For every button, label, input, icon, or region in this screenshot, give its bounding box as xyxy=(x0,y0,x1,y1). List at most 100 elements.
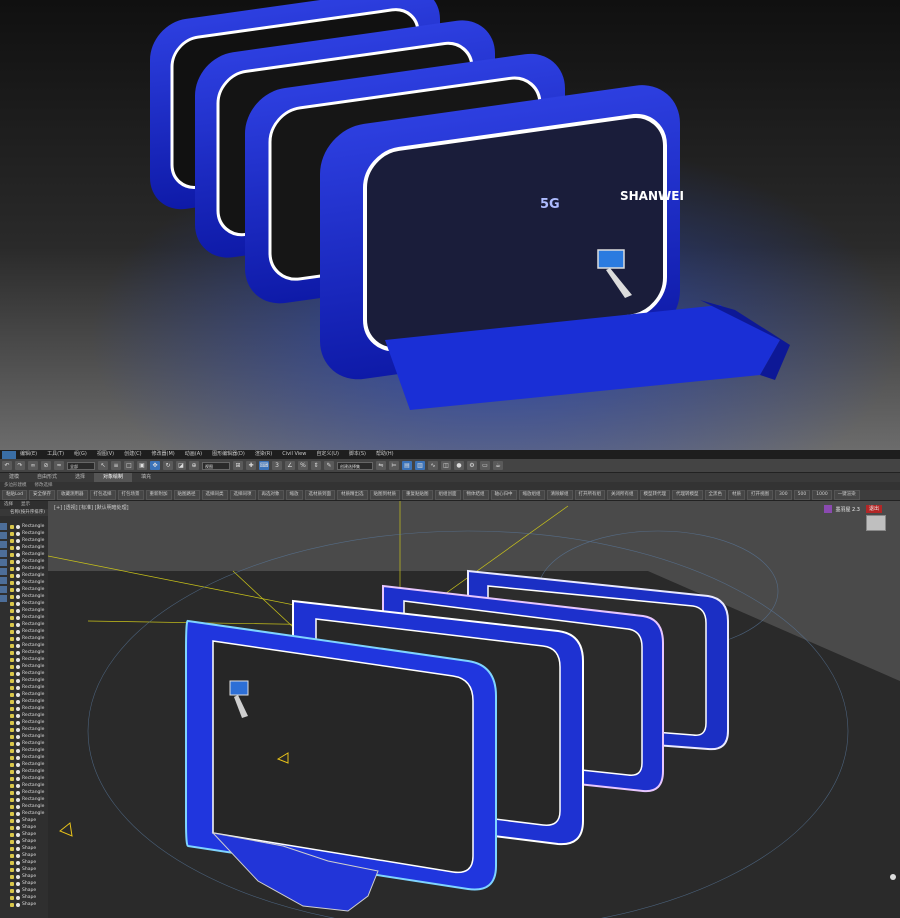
cmd-button[interactable]: 安全保存 xyxy=(29,490,56,500)
link-icon[interactable]: ∞ xyxy=(28,461,38,470)
tab-modeling[interactable]: 建模 xyxy=(0,473,28,482)
ribbon-sub-modify-selection[interactable]: 修改选择 xyxy=(31,482,57,490)
visibility-toggle-icon[interactable] xyxy=(10,776,14,781)
percent-snap-icon[interactable]: % xyxy=(298,461,308,470)
material-editor-icon[interactable]: ● xyxy=(454,461,464,470)
render-toggle-icon[interactable] xyxy=(16,755,20,760)
cmd-button[interactable]: 再选对象 xyxy=(257,490,284,500)
list-item[interactable]: Rectangle xyxy=(10,810,48,817)
filter-groups-icon[interactable] xyxy=(0,577,7,584)
list-item[interactable]: Rectangle xyxy=(10,656,48,663)
cmd-button[interactable]: 粘贴Lod xyxy=(2,490,28,500)
explorer-tab-display[interactable]: 显示 xyxy=(17,501,34,509)
list-item[interactable]: Rectangle xyxy=(10,705,48,712)
render-toggle-icon[interactable] xyxy=(16,601,20,606)
steering-wheel-icon[interactable] xyxy=(890,874,896,880)
menu-item[interactable]: 渲染(R) xyxy=(255,450,272,459)
list-item[interactable]: Rectangle xyxy=(10,789,48,796)
select-by-name-icon[interactable]: ≡ xyxy=(111,461,121,470)
placement-icon[interactable]: ⊕ xyxy=(189,461,199,470)
list-item[interactable]: Rectangle xyxy=(10,551,48,558)
edit-named-sets-icon[interactable]: ✎ xyxy=(324,461,334,470)
window-crossing-icon[interactable]: ▣ xyxy=(137,461,147,470)
cmd-button[interactable]: 模型转代理 xyxy=(639,490,671,500)
cmd-button[interactable]: 重复贴贴图 xyxy=(402,490,433,500)
keyboard-shortcut-icon[interactable]: ⌨ xyxy=(259,461,269,470)
visibility-toggle-icon[interactable] xyxy=(10,832,14,837)
list-item[interactable]: Rectangle xyxy=(10,579,48,586)
list-item[interactable]: Shape xyxy=(10,852,48,859)
visibility-toggle-icon[interactable] xyxy=(10,881,14,886)
list-item[interactable]: Rectangle xyxy=(10,782,48,789)
list-item[interactable]: Rectangle xyxy=(10,537,48,544)
render-toggle-icon[interactable] xyxy=(16,531,20,536)
render-toggle-icon[interactable] xyxy=(16,881,20,886)
render-toggle-icon[interactable] xyxy=(16,783,20,788)
manipulate-icon[interactable]: ✚ xyxy=(246,461,256,470)
visibility-toggle-icon[interactable] xyxy=(10,734,14,739)
list-item[interactable]: Rectangle xyxy=(10,523,48,530)
render-toggle-icon[interactable] xyxy=(16,685,20,690)
render-toggle-icon[interactable] xyxy=(16,629,20,634)
visibility-toggle-icon[interactable] xyxy=(10,664,14,669)
visibility-toggle-icon[interactable] xyxy=(10,559,14,564)
visibility-toggle-icon[interactable] xyxy=(10,608,14,613)
cmd-button[interactable]: 材质精出选 xyxy=(337,490,368,500)
visibility-toggle-icon[interactable] xyxy=(10,762,14,767)
visibility-toggle-icon[interactable] xyxy=(10,727,14,732)
list-item[interactable]: Rectangle xyxy=(10,747,48,754)
list-item[interactable]: Rectangle xyxy=(10,733,48,740)
render-toggle-icon[interactable] xyxy=(16,734,20,739)
ribbon-sub-polygon-modeling[interactable]: 多边形建模 xyxy=(0,482,31,490)
unlink-icon[interactable]: ⊘ xyxy=(41,461,51,470)
cmd-button[interactable]: 关闭所有组 xyxy=(607,490,638,500)
render-toggle-icon[interactable] xyxy=(16,664,20,669)
cmd-button[interactable]: 1000 xyxy=(812,490,832,500)
cmd-button[interactable]: 清除解组 xyxy=(546,490,573,500)
tab-object-paint[interactable]: 对象绘制 xyxy=(94,473,133,482)
visibility-toggle-icon[interactable] xyxy=(10,538,14,543)
render-toggle-icon[interactable] xyxy=(16,790,20,795)
render-toggle-icon[interactable] xyxy=(16,748,20,753)
render-toggle-icon[interactable] xyxy=(16,860,20,865)
render-toggle-icon[interactable] xyxy=(16,538,20,543)
render-toggle-icon[interactable] xyxy=(16,699,20,704)
tab-populate[interactable]: 填充 xyxy=(132,473,160,482)
cmd-button[interactable]: 代理转模型 xyxy=(672,490,703,500)
cmd-button[interactable]: 300 xyxy=(775,490,792,500)
cmd-button[interactable]: 打包选择 xyxy=(89,490,116,500)
cmd-button[interactable]: 500 xyxy=(793,490,811,500)
list-item[interactable]: Rectangle xyxy=(10,719,48,726)
menu-item[interactable]: Civil View xyxy=(282,450,306,459)
visibility-toggle-icon[interactable] xyxy=(10,895,14,900)
render-toggle-icon[interactable] xyxy=(16,853,20,858)
list-item[interactable]: Rectangle xyxy=(10,530,48,537)
menu-item[interactable]: 自定义(U) xyxy=(316,450,339,459)
visibility-toggle-icon[interactable] xyxy=(10,671,14,676)
render-toggle-icon[interactable] xyxy=(16,776,20,781)
list-item[interactable]: Rectangle xyxy=(10,649,48,656)
reference-coord-dropdown[interactable]: 视图 xyxy=(202,461,230,470)
render-toggle-icon[interactable] xyxy=(16,566,20,571)
list-item[interactable]: Rectangle xyxy=(10,565,48,572)
tab-selection[interactable]: 选择 xyxy=(66,473,94,482)
filter-cameras-icon[interactable] xyxy=(0,550,7,557)
visibility-toggle-icon[interactable] xyxy=(10,566,14,571)
render-toggle-icon[interactable] xyxy=(16,615,20,620)
list-item[interactable]: Rectangle xyxy=(10,593,48,600)
visibility-toggle-icon[interactable] xyxy=(10,790,14,795)
list-item[interactable]: Rectangle xyxy=(10,635,48,642)
plugin-exit-button[interactable]: 退出 xyxy=(865,505,882,513)
menu-item[interactable]: 视图(V) xyxy=(97,450,114,459)
visibility-toggle-icon[interactable] xyxy=(10,783,14,788)
render-toggle-icon[interactable] xyxy=(16,720,20,725)
list-item[interactable]: Rectangle xyxy=(10,670,48,677)
list-item[interactable]: Shape xyxy=(10,894,48,901)
list-item[interactable]: Rectangle xyxy=(10,600,48,607)
visibility-toggle-icon[interactable] xyxy=(10,797,14,802)
visibility-toggle-icon[interactable] xyxy=(10,699,14,704)
list-item[interactable]: Rectangle xyxy=(10,761,48,768)
cmd-button[interactable]: 贴图到材质 xyxy=(369,490,401,500)
visibility-toggle-icon[interactable] xyxy=(10,685,14,690)
curve-editor-icon[interactable]: ∿ xyxy=(428,461,438,470)
